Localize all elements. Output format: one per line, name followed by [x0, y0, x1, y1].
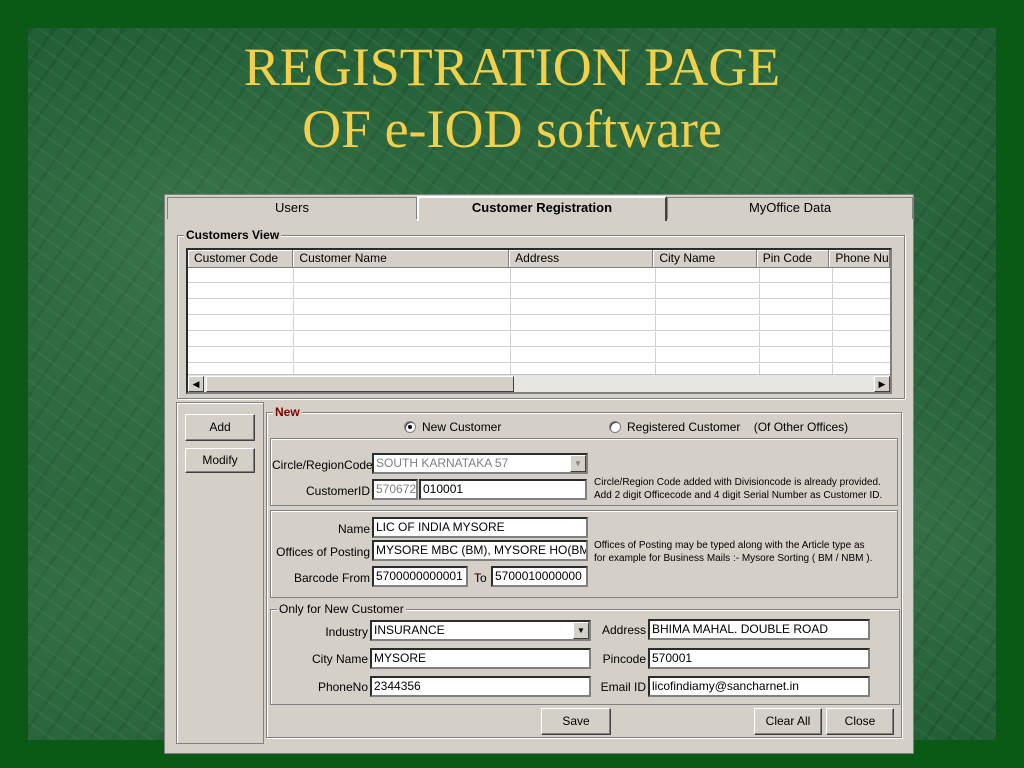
new-customer-label[interactable]: New Customer — [422, 420, 501, 434]
chevron-down-icon[interactable]: ▼ — [573, 622, 589, 639]
column-address[interactable]: Address — [509, 250, 654, 268]
modify-button-label: Modify — [202, 453, 238, 467]
scroll-left-icon[interactable]: ◀ — [188, 376, 204, 392]
horizontal-scrollbar[interactable]: ◀ ▶ — [188, 374, 890, 392]
name-label: Name — [337, 522, 370, 536]
close-button-label: Close — [844, 714, 876, 728]
email-id-label: Email ID — [600, 680, 646, 694]
add-button[interactable]: Add — [185, 414, 255, 441]
barcode-from-label: Barcode From — [293, 571, 370, 585]
barcode-to-label: To — [474, 571, 487, 585]
title-line-2: OF e-IOD software — [302, 99, 722, 159]
customers-view-title: Customers View — [184, 228, 282, 242]
save-button[interactable]: Save — [541, 708, 611, 735]
clear-all-button-label: Clear All — [765, 714, 811, 728]
circle-region-label: Circle/RegionCode — [272, 458, 373, 472]
offices-note-line-1: Offices of Posting may be typed along wi… — [594, 540, 865, 551]
registered-customer-radio[interactable] — [609, 421, 621, 433]
address-label: Address — [601, 623, 646, 637]
table-row[interactable] — [188, 268, 890, 283]
name-input[interactable]: LIC OF INDIA MYSORE — [372, 517, 588, 538]
only-new-customer-title: Only for New Customer — [277, 602, 406, 616]
table-row[interactable] — [188, 316, 890, 331]
new-group-title: New — [273, 405, 302, 419]
phone-no-label: PhoneNo — [317, 680, 368, 694]
table-row[interactable] — [188, 284, 890, 299]
customers-grid[interactable]: Customer Code Customer Name Address City… — [186, 248, 892, 394]
new-customer-radio[interactable] — [404, 421, 416, 433]
tab-myoffice-data[interactable]: MyOffice Data — [667, 197, 913, 219]
pincode-input[interactable]: 570001 — [648, 648, 870, 669]
close-button[interactable]: Close — [826, 708, 894, 735]
modify-button[interactable]: Modify — [185, 448, 255, 473]
offices-input[interactable]: MYSORE MBC (BM), MYSORE HO(BM) — [372, 540, 588, 561]
customer-id-label: CustomerID — [305, 484, 370, 498]
table-row[interactable] — [188, 300, 890, 315]
column-customer-code[interactable]: Customer Code — [188, 250, 294, 268]
column-customer-name[interactable]: Customer Name — [293, 250, 510, 268]
offices-note-line-2: for example for Business Mails :- Mysore… — [594, 553, 873, 564]
clear-all-button[interactable]: Clear All — [754, 708, 822, 735]
circle-note-line-2: Add 2 digit Officecode and 4 digit Seria… — [594, 490, 883, 501]
city-name-label: City Name — [311, 652, 368, 666]
save-button-label: Save — [562, 714, 590, 728]
column-phone-number[interactable]: Phone Nu — [829, 250, 890, 268]
offices-label: Offices of Posting — [276, 545, 370, 559]
phone-no-input[interactable]: 2344356 — [370, 676, 591, 697]
industry-label: Industry — [325, 625, 368, 639]
circle-region-select[interactable]: SOUTH KARNATAKA 57 ▼ — [372, 453, 588, 474]
customer-id-input[interactable]: 010001 — [419, 479, 587, 500]
table-row[interactable] — [188, 332, 890, 347]
customer-id-prefix: 570672 — [372, 479, 418, 500]
industry-select[interactable]: INSURANCE ▼ — [370, 620, 591, 641]
chevron-down-icon[interactable]: ▼ — [570, 455, 586, 472]
grid-header: Customer Code Customer Name Address City… — [188, 250, 890, 268]
slide-title: REGISTRATION PAGE OF e-IOD software — [0, 36, 1024, 160]
title-line-1: REGISTRATION PAGE — [243, 37, 781, 97]
add-button-label: Add — [209, 420, 231, 434]
barcode-to-input[interactable]: 5700010000000 — [491, 566, 588, 587]
column-pin-code[interactable]: Pin Code — [756, 250, 830, 268]
pincode-label: Pincode — [602, 652, 646, 666]
tab-customer-registration[interactable]: Customer Registration — [417, 196, 667, 221]
scroll-right-icon[interactable]: ▶ — [874, 376, 890, 392]
barcode-from-input[interactable]: 5700000000001 — [372, 566, 468, 587]
city-name-input[interactable]: MYSORE — [370, 648, 591, 669]
registered-customer-label[interactable]: Registered Customer (Of Other Offices) — [627, 420, 848, 434]
tab-bar: Users Customer Registration MyOffice Dat… — [167, 196, 913, 221]
address-input[interactable]: BHIMA MAHAL. DOUBLE ROAD — [648, 619, 870, 640]
tab-users[interactable]: Users — [167, 197, 417, 219]
scroll-thumb[interactable] — [206, 376, 514, 392]
circle-region-value: SOUTH KARNATAKA 57 — [376, 456, 509, 470]
industry-value: INSURANCE — [374, 623, 445, 637]
column-city-name[interactable]: City Name — [653, 250, 757, 268]
circle-note-line-1: Circle/Region Code added with Divisionco… — [594, 477, 881, 488]
table-row[interactable] — [188, 348, 890, 363]
email-id-input[interactable]: licofindiamy@sancharnet.in — [648, 676, 870, 697]
